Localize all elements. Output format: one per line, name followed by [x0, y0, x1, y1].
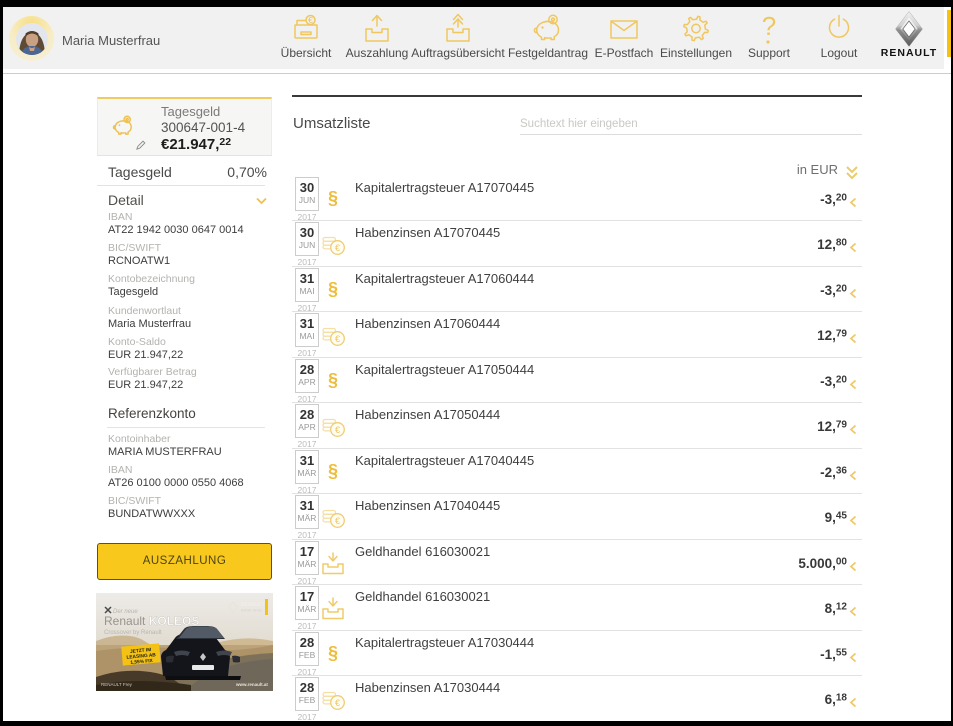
- svg-text:€: €: [335, 425, 340, 435]
- svg-text:?: ?: [762, 12, 776, 41]
- svg-text:Renault KOLEOS: Renault KOLEOS: [104, 614, 199, 628]
- svg-text:BANK direkt: BANK direkt: [241, 609, 263, 613]
- svg-text:€: €: [308, 15, 313, 25]
- svg-text:RENAULT Frey: RENAULT Frey: [101, 682, 133, 687]
- svg-text:€: €: [335, 334, 340, 344]
- svg-text:€: €: [335, 516, 340, 526]
- svg-text:Crossover by Renault: Crossover by Renault: [104, 630, 162, 636]
- svg-text:RENAULT: RENAULT: [241, 602, 265, 608]
- svg-text:€: €: [335, 698, 340, 708]
- svg-text:www.renault.at: www.renault.at: [235, 682, 268, 687]
- svg-text:€: €: [335, 243, 340, 253]
